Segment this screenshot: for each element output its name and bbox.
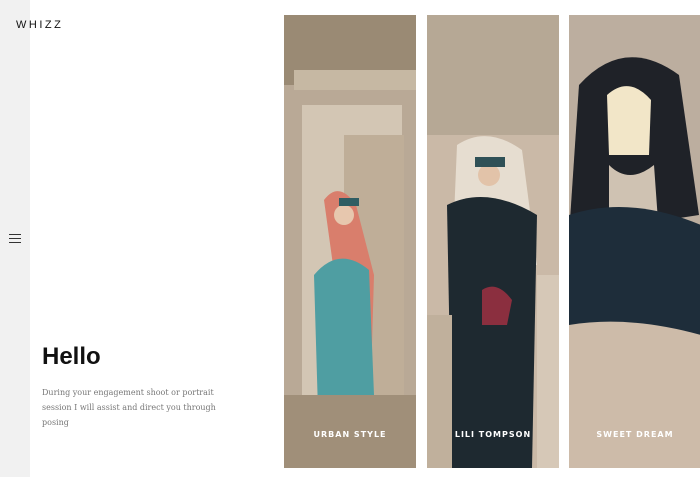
- card-label: SWEET DREAM: [596, 430, 674, 439]
- gallery-card-sweet-dream[interactable]: SWEET DREAM: [569, 15, 700, 468]
- gallery-card-lili-tompson[interactable]: LILI TOMPSON: [427, 15, 559, 468]
- card-label: URBAN STYLE: [313, 430, 387, 439]
- intro-text: During your engagement shoot or portrait…: [42, 388, 216, 427]
- card-label: LILI TOMPSON: [454, 430, 532, 439]
- side-rail: [0, 0, 30, 477]
- gallery-card-urban-style[interactable]: URBAN STYLE: [284, 15, 416, 468]
- urban-style-photo: [284, 15, 416, 468]
- lili-tompson-photo: [427, 15, 559, 468]
- sweet-dream-photo: [569, 15, 700, 468]
- page-title: Hello: [42, 343, 101, 370]
- hamburger-menu-icon[interactable]: [9, 234, 21, 244]
- brand-logo[interactable]: WHIZZ: [16, 19, 63, 31]
